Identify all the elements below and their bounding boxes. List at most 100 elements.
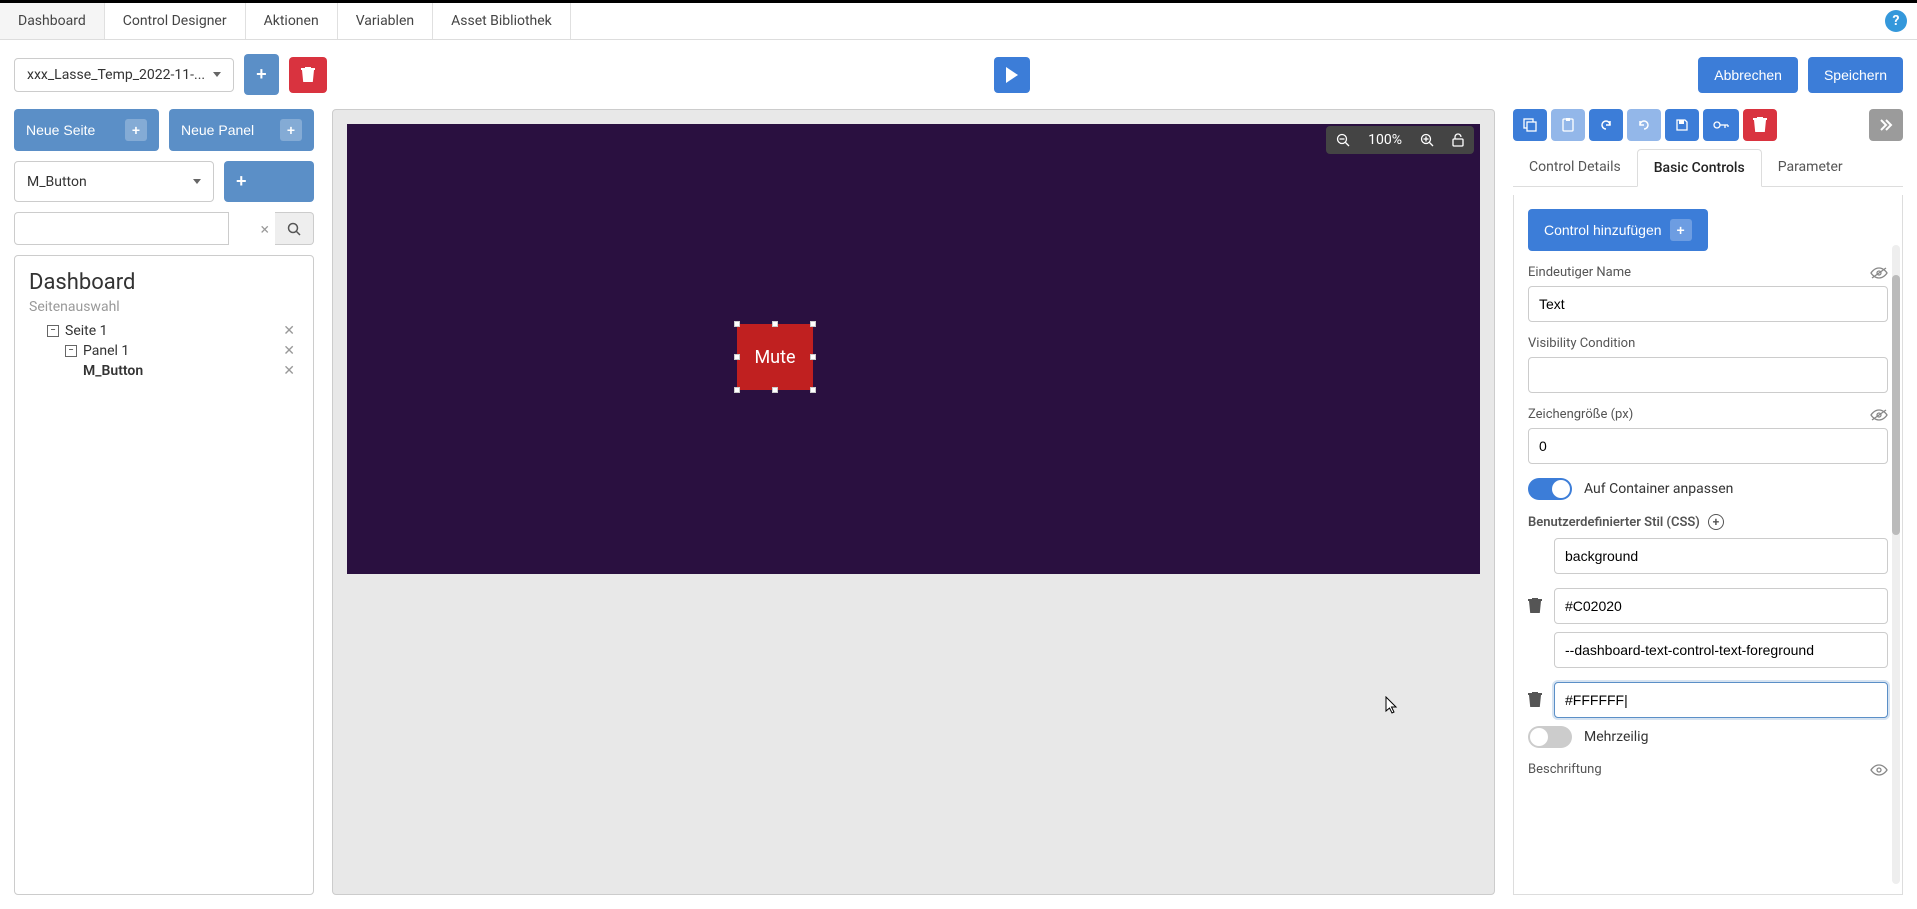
canvas-element-mute[interactable]: Mute xyxy=(737,324,813,390)
visibility-toggle-icon[interactable] xyxy=(1870,763,1888,777)
play-icon xyxy=(1006,67,1018,83)
search-icon xyxy=(287,222,301,236)
save-prop-button[interactable] xyxy=(1665,109,1699,141)
add-control-button[interactable]: Control hinzufügen + xyxy=(1528,209,1708,251)
resize-handle[interactable] xyxy=(810,354,816,360)
menu-control-designer[interactable]: Control Designer xyxy=(105,3,246,39)
add-dashboard-button[interactable] xyxy=(244,54,279,95)
tree-label-panel: Panel 1 xyxy=(83,343,279,359)
clear-search-icon[interactable]: × xyxy=(260,219,269,238)
charsize-input[interactable] xyxy=(1528,428,1888,464)
unique-name-label: Eindeutiger Name xyxy=(1528,265,1631,280)
canvas-area: 100% Mute xyxy=(332,109,1495,895)
copy-icon xyxy=(1523,118,1537,132)
tree-label-control: M_Button xyxy=(83,363,279,379)
zoom-bar: 100% xyxy=(1326,126,1474,154)
save-button[interactable]: Speichern xyxy=(1808,57,1903,93)
css-prop-input-0[interactable] xyxy=(1554,538,1888,574)
css-value-input-0[interactable] xyxy=(1554,588,1888,624)
collapse-icon[interactable]: − xyxy=(47,325,59,337)
control-type-select[interactable]: M_Button xyxy=(14,161,214,202)
visibility-condition-input[interactable] xyxy=(1528,357,1888,393)
key-button[interactable] xyxy=(1703,109,1739,141)
tab-basic-controls[interactable]: Basic Controls xyxy=(1637,149,1762,187)
visibility-toggle-icon[interactable] xyxy=(1870,266,1888,280)
menu-aktionen[interactable]: Aktionen xyxy=(246,3,338,39)
css-value-input-1[interactable] xyxy=(1554,682,1888,718)
multiline-toggle[interactable] xyxy=(1528,726,1572,748)
caption-label: Beschriftung xyxy=(1528,762,1602,777)
redo-button xyxy=(1627,109,1661,141)
tab-parameter[interactable]: Parameter xyxy=(1762,149,1859,186)
remove-control-icon[interactable]: ✕ xyxy=(279,363,299,379)
tree-panel: Dashboard Seitenauswahl − Seite 1 ✕ − Pa… xyxy=(14,255,314,895)
add-css-rule-icon[interactable]: + xyxy=(1708,514,1724,530)
tree-node-page[interactable]: − Seite 1 ✕ xyxy=(29,321,299,341)
dashboard-select[interactable]: xxx_Lasse_Temp_2022-11-... xyxy=(14,58,234,92)
chevron-down-icon xyxy=(193,179,201,184)
new-page-button[interactable]: Neue Seite + xyxy=(14,109,159,151)
menu-variablen[interactable]: Variablen xyxy=(338,3,433,39)
plus-icon: + xyxy=(125,119,147,141)
mouse-cursor-icon xyxy=(1385,696,1399,714)
tree-node-panel[interactable]: − Panel 1 ✕ xyxy=(29,341,299,361)
collapse-icon[interactable]: − xyxy=(65,345,77,357)
redo-icon xyxy=(1637,118,1651,132)
copy-button[interactable] xyxy=(1513,109,1547,141)
resize-handle[interactable] xyxy=(772,387,778,393)
new-panel-button[interactable]: Neue Panel + xyxy=(169,109,314,151)
resize-handle[interactable] xyxy=(734,354,740,360)
resize-handle[interactable] xyxy=(734,387,740,393)
canvas-element-text: Mute xyxy=(754,347,795,368)
play-button[interactable] xyxy=(994,57,1030,93)
tab-control-details[interactable]: Control Details xyxy=(1513,149,1637,186)
resize-handle[interactable] xyxy=(810,387,816,393)
resize-handle[interactable] xyxy=(734,321,740,327)
panel-collapse-button[interactable] xyxy=(1869,109,1903,141)
cancel-button[interactable]: Abbrechen xyxy=(1698,57,1798,93)
visibility-condition-label: Visibility Condition xyxy=(1528,336,1635,351)
undo-button[interactable] xyxy=(1589,109,1623,141)
remove-panel-icon[interactable]: ✕ xyxy=(279,343,299,359)
undo-icon xyxy=(1599,118,1613,132)
chevron-down-icon xyxy=(213,72,221,77)
multiline-label: Mehrzeilig xyxy=(1584,729,1648,745)
right-column: Control Details Basic Controls Parameter… xyxy=(1513,109,1903,895)
add-control-left-button[interactable] xyxy=(224,161,314,202)
fit-container-toggle[interactable] xyxy=(1528,478,1572,500)
menu-asset-bibliothek[interactable]: Asset Bibliothek xyxy=(433,3,571,39)
menu-dashboard[interactable]: Dashboard xyxy=(0,3,105,39)
properties-scrollbar[interactable] xyxy=(1892,245,1900,884)
resize-handle[interactable] xyxy=(810,321,816,327)
zoom-in-icon[interactable] xyxy=(1420,133,1434,147)
delete-prop-button[interactable] xyxy=(1743,109,1777,141)
properties-panel: Control hinzufügen + Eindeutiger Name Vi… xyxy=(1513,195,1903,895)
new-panel-label: Neue Panel xyxy=(181,122,254,138)
canvas-stage[interactable]: Mute xyxy=(347,124,1480,574)
chevron-right-double-icon xyxy=(1879,118,1893,132)
css-prop-input-1[interactable] xyxy=(1554,632,1888,668)
lock-icon[interactable] xyxy=(1452,133,1464,147)
visibility-toggle-icon[interactable] xyxy=(1870,408,1888,422)
zoom-out-icon[interactable] xyxy=(1336,133,1350,147)
charsize-label: Zeichengröße (px) xyxy=(1528,407,1633,422)
remove-page-icon[interactable]: ✕ xyxy=(279,323,299,339)
unique-name-input[interactable] xyxy=(1528,286,1888,322)
delete-css-row-1[interactable] xyxy=(1528,692,1544,708)
zoom-level: 100% xyxy=(1368,132,1402,148)
search-button[interactable] xyxy=(275,212,314,245)
control-type-label: M_Button xyxy=(27,174,87,190)
tree-search-input[interactable] xyxy=(14,212,229,245)
left-column: Neue Seite + Neue Panel + M_Button × xyxy=(14,109,314,895)
plus-icon xyxy=(236,171,247,192)
trash-icon xyxy=(1753,117,1767,133)
delete-css-row-0[interactable] xyxy=(1528,598,1544,614)
delete-dashboard-button[interactable] xyxy=(289,57,327,93)
paste-button xyxy=(1551,109,1585,141)
save-icon xyxy=(1675,118,1689,132)
help-icon[interactable]: ? xyxy=(1885,10,1907,32)
tree-node-control[interactable]: M_Button ✕ xyxy=(29,361,299,381)
scrollbar-thumb[interactable] xyxy=(1892,275,1900,535)
tree-subtitle: Seitenauswahl xyxy=(29,299,299,315)
resize-handle[interactable] xyxy=(772,321,778,327)
